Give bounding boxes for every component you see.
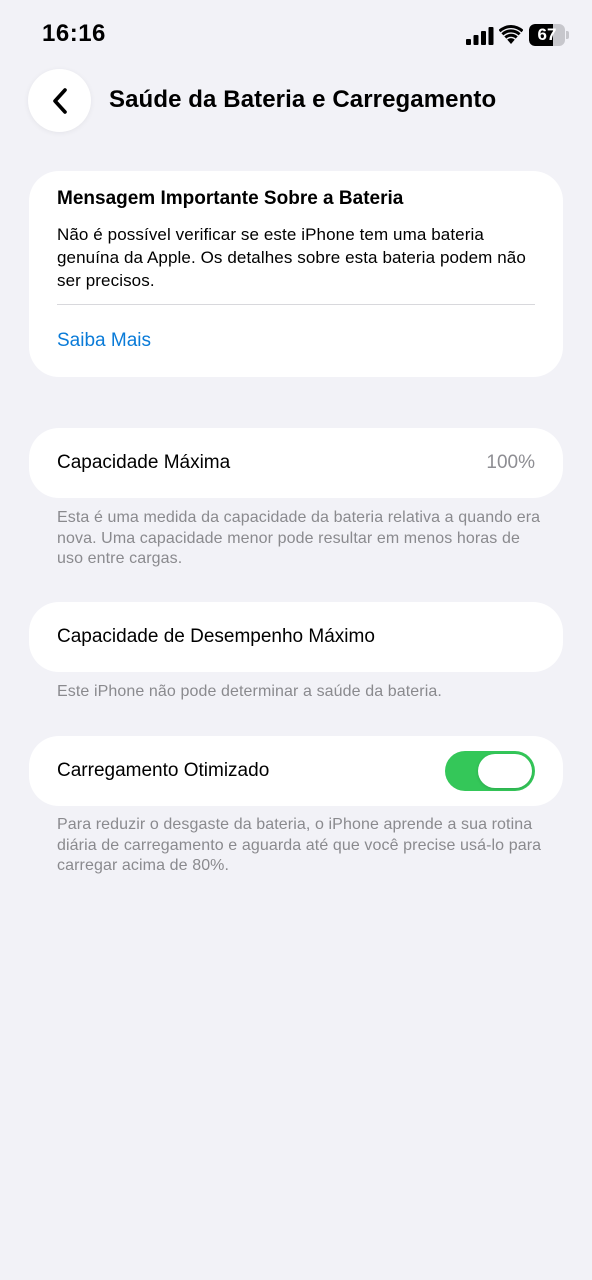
important-message-card: Mensagem Importante Sobre a Bateria Não …	[29, 171, 563, 377]
status-time: 16:16	[42, 20, 106, 47]
max-capacity-label: Capacidade Máxima	[57, 452, 231, 473]
peak-performance-footnote: Este iPhone não pode determinar a saúde …	[57, 683, 442, 700]
important-message-title: Mensagem Importante Sobre a Bateria	[57, 188, 404, 209]
learn-more-link[interactable]: Saiba Mais	[57, 330, 151, 352]
battery-cap	[566, 31, 569, 39]
optimized-charging-toggle[interactable]	[445, 751, 535, 791]
optimized-charging-footnote: Para reduzir o desgaste da bateria, o iP…	[57, 816, 542, 874]
toggle-knob	[478, 754, 532, 788]
status-bar: 16:16 67	[0, 0, 592, 70]
wifi-icon	[499, 25, 523, 44]
max-capacity-footnote: Esta é uma medida da capacidade da bater…	[57, 509, 541, 567]
battery-level: 67	[537, 25, 557, 44]
optimized-charging-row: Carregamento Otimizado	[29, 736, 563, 806]
divider	[57, 304, 535, 305]
page-title: Saúde da Bateria e Carregamento	[109, 86, 497, 113]
max-capacity-value: 100%	[486, 452, 535, 473]
chevron-left-icon	[52, 87, 67, 114]
battery-health-screen: 16:16 67 Saúde da Bateria e Carregamento	[0, 0, 592, 1280]
cellular-signal-icon	[466, 27, 494, 45]
battery-icon: 67	[529, 24, 569, 46]
battery-body: 67	[529, 24, 565, 46]
peak-performance-label: Capacidade de Desempenho Máximo	[57, 626, 375, 647]
back-button[interactable]	[28, 69, 91, 132]
important-message-body: Não é possível verificar se este iPhone …	[57, 225, 526, 290]
peak-performance-row: Capacidade de Desempenho Máximo	[29, 602, 563, 672]
max-capacity-row: Capacidade Máxima 100%	[29, 428, 563, 498]
